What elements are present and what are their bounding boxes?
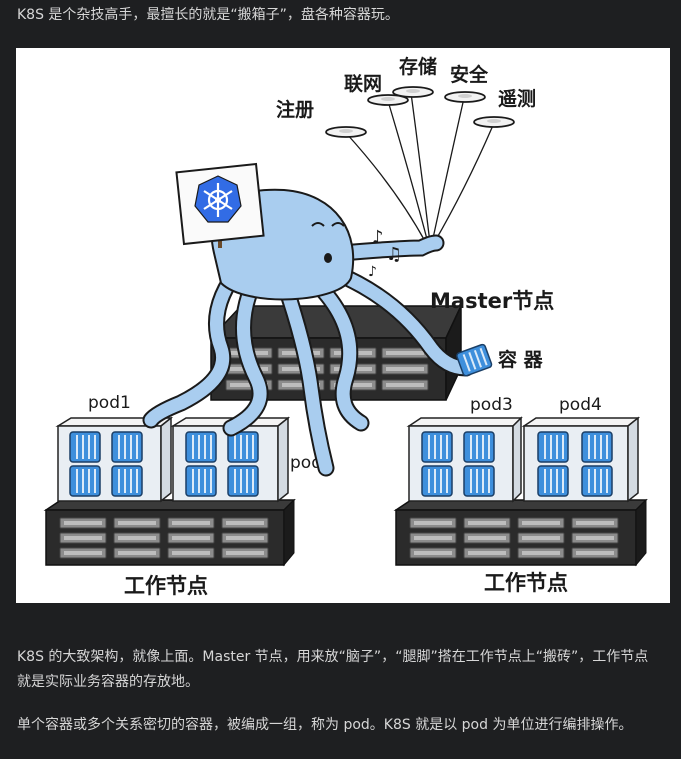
label-network: 联网 <box>344 73 382 95</box>
umbrella-icon <box>444 91 486 103</box>
intro-paragraph: K8S 是个杂技高手，最擅长的就是“搬箱子”，盘各种容器玩。 <box>17 7 399 23</box>
k8s-architecture-illustration: 注册 联网 存储 安全 遥测 Master节点 pod1 pod2 工作节点 p… <box>16 48 670 603</box>
label-register: 注册 <box>276 98 314 121</box>
svg-text:♪: ♪ <box>372 227 384 248</box>
svg-text:♪: ♪ <box>368 264 377 280</box>
pod4-box <box>521 416 641 503</box>
pod4-label: pod4 <box>559 395 602 415</box>
kubernetes-logo-sign <box>175 162 265 248</box>
worker-node-left <box>43 498 296 567</box>
umbrella-icon <box>325 126 367 138</box>
label-security: 安全 <box>450 63 489 86</box>
worker-node-label-left: 工作节点 <box>124 574 208 598</box>
container-label: 容 器 <box>498 348 544 371</box>
pod-definition-paragraph: 单个容器或多个关系密切的容器，被编成一组，称为 pod。K8S 就是以 pod … <box>17 717 633 733</box>
umbrella-icon <box>473 116 515 128</box>
umbrella-strings <box>345 92 495 244</box>
label-storage: 存储 <box>399 55 437 78</box>
worker-node-label-right: 工作节点 <box>484 571 568 595</box>
pod3-box <box>406 416 523 503</box>
umbrella-icon <box>392 86 434 98</box>
master-node-label: Master节点 <box>430 289 554 313</box>
label-telemetry: 遥测 <box>498 88 536 110</box>
pod1-label: pod1 <box>88 393 131 413</box>
architecture-paragraph: K8S 的大致架构，就像上面。Master 节点，用来放“脑子”，“腿脚”搭在工… <box>17 649 649 690</box>
pod3-label: pod3 <box>470 395 513 415</box>
worker-node-right <box>393 498 648 567</box>
svg-text:♫: ♫ <box>386 244 402 265</box>
pod1-box <box>55 416 174 503</box>
